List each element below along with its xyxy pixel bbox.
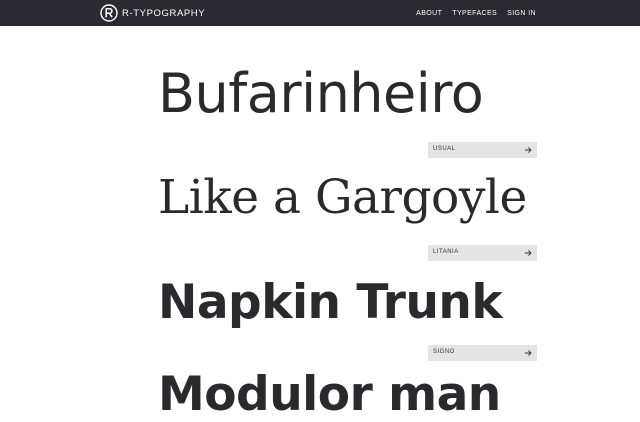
typeface-label: USUAL <box>433 146 456 152</box>
brand-name: R-TYPOGRAPHY <box>122 7 206 19</box>
main-nav: ABOUT TYPEFACES SIGN IN <box>416 0 536 26</box>
r-circle-logo-icon <box>100 4 118 22</box>
specimen-text-litania: Like a Gargoyle <box>158 170 527 225</box>
typeface-link-signo[interactable]: SIGNO <box>428 345 537 361</box>
nav-typefaces-link[interactable]: TYPEFACES <box>452 10 497 17</box>
top-navigation-bar: R-TYPOGRAPHY ABOUT TYPEFACES SIGN IN <box>0 0 640 26</box>
typeface-label: LITANIA <box>433 249 459 255</box>
typeface-link-litania[interactable]: LITANIA <box>428 245 537 261</box>
arrow-right-icon <box>524 147 532 153</box>
typeface-link-usual[interactable]: USUAL <box>428 142 537 158</box>
specimen-text-usual: Bufarinheiro <box>158 62 484 125</box>
typeface-label: SIGNO <box>433 349 455 355</box>
nav-about-link[interactable]: ABOUT <box>416 10 442 17</box>
specimen-text-partial: Modulor man <box>158 367 501 422</box>
nav-sign-in-link[interactable]: SIGN IN <box>507 10 536 17</box>
brand-home-link[interactable]: R-TYPOGRAPHY <box>100 4 205 22</box>
arrow-right-icon <box>524 250 532 256</box>
arrow-right-icon <box>524 350 532 356</box>
specimen-text-signo: Napkin Trunk <box>158 275 503 330</box>
